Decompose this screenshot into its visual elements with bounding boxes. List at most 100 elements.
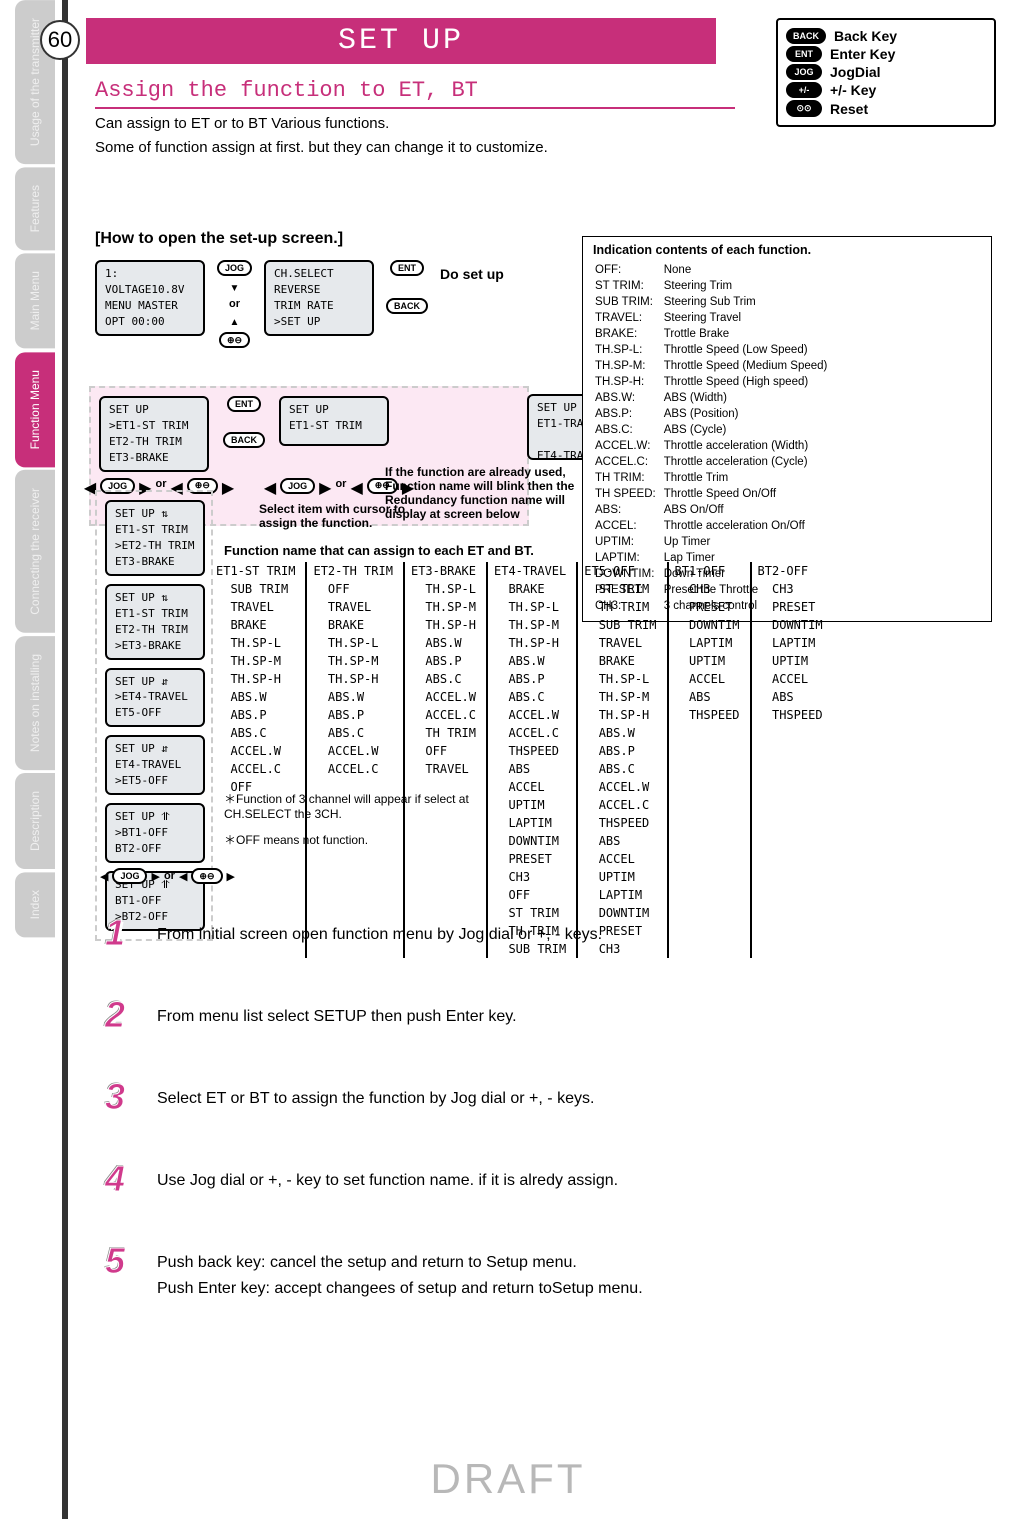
- table-cell: ACCEL:: [595, 519, 662, 533]
- howto-heading: [How to open the set-up screen.]: [95, 230, 343, 248]
- step-row: 5Push back key: cancel the setup and ret…: [95, 1240, 975, 1301]
- assign-column-item: TH.SP-L: [494, 598, 566, 616]
- table-row: SUB TRIM:Steering Sub Trim: [595, 295, 833, 309]
- right-arrow-icon-b: ▶: [151, 870, 159, 883]
- assign-footnotes: ＊Function of 3 channel will appear if se…: [224, 790, 504, 848]
- assign-column-item: BRAKE: [494, 580, 566, 598]
- table-row: ABS.W:ABS (Width): [595, 391, 833, 405]
- assign-column-item: THSPEED: [675, 706, 740, 724]
- assign-column-item: ACCEL.W: [494, 706, 566, 724]
- assign-column-item: BRAKE: [313, 616, 392, 634]
- table-row: ACCEL.C:Throttle acceleration (Cycle): [595, 455, 833, 469]
- assign-column-item: ABS.C: [494, 688, 566, 706]
- step-text: Select ET or BT to assign the function b…: [157, 1076, 594, 1112]
- assign-column-item: CH3: [758, 580, 823, 598]
- assign-column-item: TH.SP-M: [494, 616, 566, 634]
- assign-column-item: ACCEL.C: [313, 760, 392, 778]
- ent-back-stack: ENT BACK: [386, 260, 428, 314]
- plusminus-pill: ⊕⊖: [219, 332, 250, 348]
- lcd-setup-a: SET UP>ET1-ST TRIM ET2-TH TRIM ET3-BRAKE: [99, 396, 209, 472]
- assign-column-header: ET2-TH TRIM: [313, 562, 392, 580]
- assign-column-item: ABS.P: [216, 706, 295, 724]
- do-setup-label: Do set up: [440, 260, 504, 282]
- step-text: From initial screen open function menu b…: [157, 912, 602, 948]
- assign-column-item: ACCEL.C: [216, 760, 295, 778]
- key-legend-label: Reset: [830, 101, 868, 117]
- back-pill: BACK: [386, 298, 428, 314]
- table-cell: Steering Sub Trim: [664, 295, 834, 309]
- assign-column-item: ABS: [758, 688, 823, 706]
- assign-column-item: TRAVEL: [313, 598, 392, 616]
- table-cell: Throttle acceleration On/Off: [664, 519, 834, 533]
- footnote-2: ＊OFF means not function.: [224, 831, 504, 848]
- assign-column-item: ABS.W: [584, 724, 656, 742]
- assign-column-item: PRESET: [675, 598, 740, 616]
- jog-icon: JOG: [786, 64, 822, 80]
- intro-line-1: Can assign to ET or to BT Various functi…: [95, 112, 735, 136]
- assign-column-header: ET1-ST TRIM: [216, 562, 295, 580]
- assign-column: ET2-TH TRIM OFF TRAVEL BRAKE TH.SP-L TH.…: [305, 562, 398, 958]
- assign-column-item: TH TRIM: [584, 598, 656, 616]
- side-tab-notes-on[interactable]: Notes on installing: [15, 636, 55, 770]
- left-arrow-icon-4: ◀: [350, 478, 362, 498]
- side-tab-description[interactable]: Description: [15, 773, 55, 869]
- right-arrow-icon-2: ▶: [222, 478, 234, 498]
- assign-column-item: ABS: [675, 688, 740, 706]
- side-tab-function-menu[interactable]: Function Menu: [15, 352, 55, 467]
- table-cell: ACCEL.W:: [595, 439, 662, 453]
- assign-column-item: TH.SP-L: [313, 634, 392, 652]
- assign-column-item: ST TRIM: [584, 580, 656, 598]
- assign-column: ET5-OFF ST TRIM TH TRIM SUB TRIM TRAVEL …: [576, 562, 662, 958]
- table-cell: OFF:: [595, 263, 662, 277]
- assign-column-item: OFF: [494, 886, 566, 904]
- key-legend: BACKBack KeyENTEnter KeyJOGJogDial+/-+/-…: [776, 18, 996, 127]
- assign-column-item: TH.SP-H: [216, 670, 295, 688]
- assign-column-item: ABS.W: [494, 652, 566, 670]
- left-arrow-icon-b: ◀: [100, 870, 108, 883]
- side-nav: Usage of the transmitterFeaturesMain Men…: [15, 0, 65, 1519]
- table-cell: Throttle Trim: [664, 471, 834, 485]
- table-row: ABS.P:ABS (Position): [595, 407, 833, 421]
- side-tab-connecting[interactable]: Connecting the receiver: [15, 470, 55, 633]
- step-number-badge: 2: [95, 994, 135, 1036]
- assign-column-item: ACCEL.W: [411, 688, 476, 706]
- side-tab-index[interactable]: Index: [15, 872, 55, 937]
- assign-column-item: TRAVEL: [584, 634, 656, 652]
- assign-column-item: LAPTIM: [494, 814, 566, 832]
- or-label-3: or: [335, 478, 346, 498]
- assign-column-item: PRESET: [758, 598, 823, 616]
- assign-column-item: ACCEL.W: [313, 742, 392, 760]
- assign-column-item: TRAVEL: [411, 760, 476, 778]
- assign-column-item: TRAVEL: [216, 598, 295, 616]
- table-cell: Steering Travel: [664, 311, 834, 325]
- table-cell: Throttle Speed (Medium Speed): [664, 359, 834, 373]
- assign-column-item: CH3: [675, 580, 740, 598]
- assign-column-item: THSPEED: [758, 706, 823, 724]
- side-tab-main-menu[interactable]: Main Menu: [15, 253, 55, 348]
- table-cell: ABS (Width): [664, 391, 834, 405]
- assign-column-item: ACCEL: [584, 850, 656, 868]
- assign-column-item: BRAKE: [584, 652, 656, 670]
- assign-column-item: ACCEL.C: [584, 796, 656, 814]
- assign-column-item: SUB TRIM: [216, 580, 295, 598]
- table-row: TRAVEL:Steering Travel: [595, 311, 833, 325]
- assign-column: ET3-BRAKE TH.SP-L TH.SP-M TH.SP-H ABS.W …: [403, 562, 482, 958]
- assign-column-item: TH.SP-L: [411, 580, 476, 598]
- table-cell: ST TRIM:: [595, 279, 662, 293]
- jog-pill: JOG: [217, 260, 252, 276]
- assign-column-header: BT1-OFF: [675, 562, 740, 580]
- arrow-down-icon: [230, 278, 240, 296]
- table-row: ACCEL:Throttle acceleration On/Off: [595, 519, 833, 533]
- assign-column-item: ACCEL.W: [584, 778, 656, 796]
- table-cell: ABS.C:: [595, 423, 662, 437]
- footnote-1: ＊Function of 3 channel will appear if se…: [224, 790, 504, 821]
- assign-column-item: OFF: [411, 742, 476, 760]
- step-text: Push back key: cancel the setup and retu…: [157, 1240, 643, 1301]
- key-legend-row: BACKBack Key: [786, 28, 986, 44]
- key-legend-row: +/-+/- Key: [786, 82, 986, 98]
- step-number-badge: 3: [95, 1076, 135, 1118]
- assign-column-item: TH.SP-M: [584, 688, 656, 706]
- side-tab-features[interactable]: Features: [15, 167, 55, 250]
- assign-column: BT1-OFF CH3 PRESET DOWNTIM LAPTIM UPTIM …: [667, 562, 746, 958]
- assign-column-item: ABS.P: [411, 652, 476, 670]
